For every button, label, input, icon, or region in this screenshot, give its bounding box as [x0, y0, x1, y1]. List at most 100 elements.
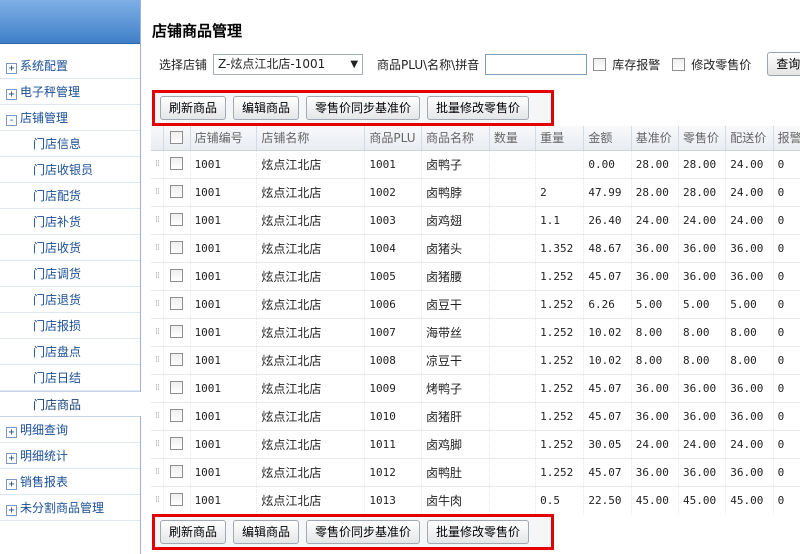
- row-checkbox[interactable]: [170, 493, 184, 506]
- column-header[interactable]: 数量: [489, 126, 537, 151]
- row-checkbox[interactable]: [170, 325, 184, 338]
- query-button[interactable]: 查询: [767, 52, 800, 76]
- column-header[interactable]: 店铺编号: [190, 126, 258, 151]
- sidebar-group[interactable]: - 店铺管理: [0, 105, 140, 131]
- drag-handle-icon[interactable]: ⁞⁞: [151, 290, 164, 319]
- table-cell: [489, 458, 537, 487]
- drag-handle-icon[interactable]: ⁞⁞: [151, 486, 164, 514]
- sidebar-nav: + 系统配置 + 电子秤管理 - 店铺管理 门店信息 门店收银员 门店配货 门店补货 门店收货 门店调…: [0, 53, 142, 521]
- column-header[interactable]: 报警量: [773, 126, 800, 151]
- edit-product-button[interactable]: 编辑商品: [233, 520, 300, 544]
- sync-retail-price-button[interactable]: 零售价同步基准价: [306, 520, 421, 544]
- row-checkbox[interactable]: [170, 213, 184, 226]
- search-input[interactable]: [485, 53, 588, 75]
- table-row[interactable]: ⁞⁞ 1001 炫点江北店 1003 卤鸡翅 1.1 26.40 24.00 24.00 24.0…: [151, 206, 800, 235]
- drag-handle-icon[interactable]: ⁞⁞: [151, 206, 164, 235]
- drag-handle-icon[interactable]: ⁞⁞: [151, 318, 164, 347]
- sidebar-group[interactable]: + 未分割商品管理: [0, 495, 140, 521]
- table-cell: 0: [773, 150, 800, 179]
- table-row[interactable]: ⁞⁞ 1001 炫点江北店 1004 卤猪头 1.352 48.67 36.00 36.00 36…: [151, 234, 800, 263]
- store-select[interactable]: Z-炫点江北店-1001 ▼: [213, 53, 364, 75]
- table-row[interactable]: ⁞⁞ 1001 炫点江北店 1012 卤鸭肚 1.252 45.07 36.00 36.00 36…: [151, 458, 800, 487]
- sidebar-item[interactable]: 门店补货: [0, 209, 140, 235]
- expand-icon[interactable]: +: [6, 89, 17, 100]
- table-row[interactable]: ⁞⁞ 1001 炫点江北店 1011 卤鸡脚 1.252 30.05 24.00 24.00 24…: [151, 430, 800, 459]
- sidebar-group[interactable]: + 销售报表: [0, 469, 140, 495]
- row-checkbox[interactable]: [170, 269, 184, 282]
- table-row[interactable]: ⁞⁞ 1001 炫点江北店 1007 海带丝 1.252 10.02 8.00 8.00 8.00…: [151, 318, 800, 347]
- drag-handle-icon[interactable]: ⁞⁞: [151, 262, 164, 291]
- stock-alert-checkbox[interactable]: [593, 57, 607, 71]
- drag-handle-icon[interactable]: ⁞⁞: [151, 178, 164, 207]
- collapse-icon[interactable]: -: [6, 115, 17, 126]
- column-header[interactable]: 配送价: [725, 126, 774, 151]
- sidebar-item[interactable]: 门店日结: [0, 365, 140, 391]
- table-cell: 24.00: [678, 430, 727, 459]
- expand-icon[interactable]: +: [6, 479, 17, 490]
- sidebar-group[interactable]: + 明细查询: [0, 417, 140, 443]
- sidebar-item[interactable]: 门店配货: [0, 183, 140, 209]
- table-row[interactable]: ⁞⁞ 1001 炫点江北店 1008 凉豆干 1.252 10.02 8.00 8.00 8.00…: [151, 346, 800, 375]
- table-row[interactable]: ⁞⁞ 1001 炫点江北店 1005 卤猪腰 1.252 45.07 36.00 36.00 36…: [151, 262, 800, 291]
- drag-handle-icon[interactable]: ⁞⁞: [151, 374, 164, 403]
- column-header[interactable]: 重量: [535, 126, 585, 151]
- drag-handle-icon[interactable]: ⁞⁞: [151, 430, 164, 459]
- table-row[interactable]: ⁞⁞ 1001 炫点江北店 1013 卤牛肉 0.5 22.50 45.00 45.00 45.0…: [151, 486, 800, 514]
- column-header[interactable]: 店铺名称: [256, 126, 366, 151]
- row-checkbox[interactable]: [170, 437, 184, 450]
- sidebar-item[interactable]: 门店盘点: [0, 339, 140, 365]
- table-cell: 24.00: [725, 206, 774, 235]
- sidebar-item[interactable]: 门店调货: [0, 261, 140, 287]
- row-checkbox[interactable]: [170, 157, 184, 170]
- sidebar-item[interactable]: 门店信息: [0, 131, 140, 157]
- expand-icon[interactable]: +: [6, 63, 17, 74]
- sidebar-item[interactable]: 门店收银员: [0, 157, 140, 183]
- expand-icon[interactable]: +: [6, 505, 17, 516]
- sidebar-item[interactable]: 门店退货: [0, 287, 140, 313]
- row-checkbox[interactable]: [170, 241, 184, 254]
- table-row[interactable]: ⁞⁞ 1001 炫点江北店 1002 卤鸭脖 2 47.99 28.00 28.00 24.00 0: [151, 178, 800, 207]
- expand-icon[interactable]: +: [6, 453, 17, 464]
- table-cell: 28.00: [631, 178, 680, 207]
- row-checkbox[interactable]: [170, 185, 184, 198]
- column-header[interactable]: 金额: [583, 126, 632, 151]
- row-checkbox[interactable]: [170, 353, 184, 366]
- refresh-products-button[interactable]: 刷新商品: [160, 520, 227, 544]
- drag-handle-icon[interactable]: ⁞⁞: [151, 402, 164, 431]
- sidebar-group[interactable]: + 系统配置: [0, 53, 140, 79]
- modify-price-checkbox[interactable]: [672, 57, 686, 71]
- batch-edit-price-button[interactable]: 批量修改零售价: [427, 520, 530, 544]
- sidebar-item[interactable]: 门店报损: [0, 313, 140, 339]
- drag-handle-icon[interactable]: ⁞⁞: [151, 150, 164, 179]
- sidebar-item[interactable]: 门店商品: [0, 391, 142, 417]
- table-row[interactable]: ⁞⁞ 1001 炫点江北店 1001 卤鸭子 0.00 28.00 28.00 24.00 0: [151, 150, 800, 179]
- table-cell: [535, 150, 585, 179]
- table-row[interactable]: ⁞⁞ 1001 炫点江北店 1006 卤豆干 1.252 6.26 5.00 5.00 5.00 0: [151, 290, 800, 319]
- column-header[interactable]: 商品PLU: [364, 126, 422, 151]
- drag-handle-icon[interactable]: ⁞⁞: [151, 234, 164, 263]
- column-header[interactable]: 商品名称: [421, 126, 490, 151]
- row-checkbox[interactable]: [170, 381, 184, 394]
- expand-icon[interactable]: +: [6, 427, 17, 438]
- refresh-products-button[interactable]: 刷新商品: [160, 96, 227, 120]
- drag-handle-icon[interactable]: ⁞⁞: [151, 458, 164, 487]
- table-cell: 0.00: [583, 150, 632, 179]
- table-row[interactable]: ⁞⁞ 1001 炫点江北店 1010 卤猪肝 1.252 45.07 36.00 36.00 36…: [151, 402, 800, 431]
- sync-retail-price-button[interactable]: 零售价同步基准价: [306, 96, 421, 120]
- select-all-checkbox[interactable]: [170, 130, 184, 144]
- drag-handle-icon[interactable]: ⁞⁞: [151, 346, 164, 375]
- sidebar-group[interactable]: + 电子秤管理: [0, 79, 140, 105]
- column-header[interactable]: 零售价: [678, 126, 727, 151]
- column-header[interactable]: 基准价: [631, 126, 680, 151]
- row-checkbox[interactable]: [170, 465, 184, 478]
- edit-product-button[interactable]: 编辑商品: [233, 96, 300, 120]
- sidebar-group[interactable]: + 明细统计: [0, 443, 140, 469]
- batch-edit-price-button[interactable]: 批量修改零售价: [427, 96, 530, 120]
- sidebar-item[interactable]: 门店收货: [0, 235, 140, 261]
- table-cell: 1001: [190, 206, 258, 235]
- table-cell: 28.00: [631, 150, 680, 179]
- row-checkbox[interactable]: [170, 409, 184, 422]
- table-row[interactable]: ⁞⁞ 1001 炫点江北店 1009 烤鸭子 1.252 45.07 36.00 36.00 36…: [151, 374, 800, 403]
- row-checkbox[interactable]: [170, 297, 184, 310]
- table-cell: 45.07: [583, 262, 632, 291]
